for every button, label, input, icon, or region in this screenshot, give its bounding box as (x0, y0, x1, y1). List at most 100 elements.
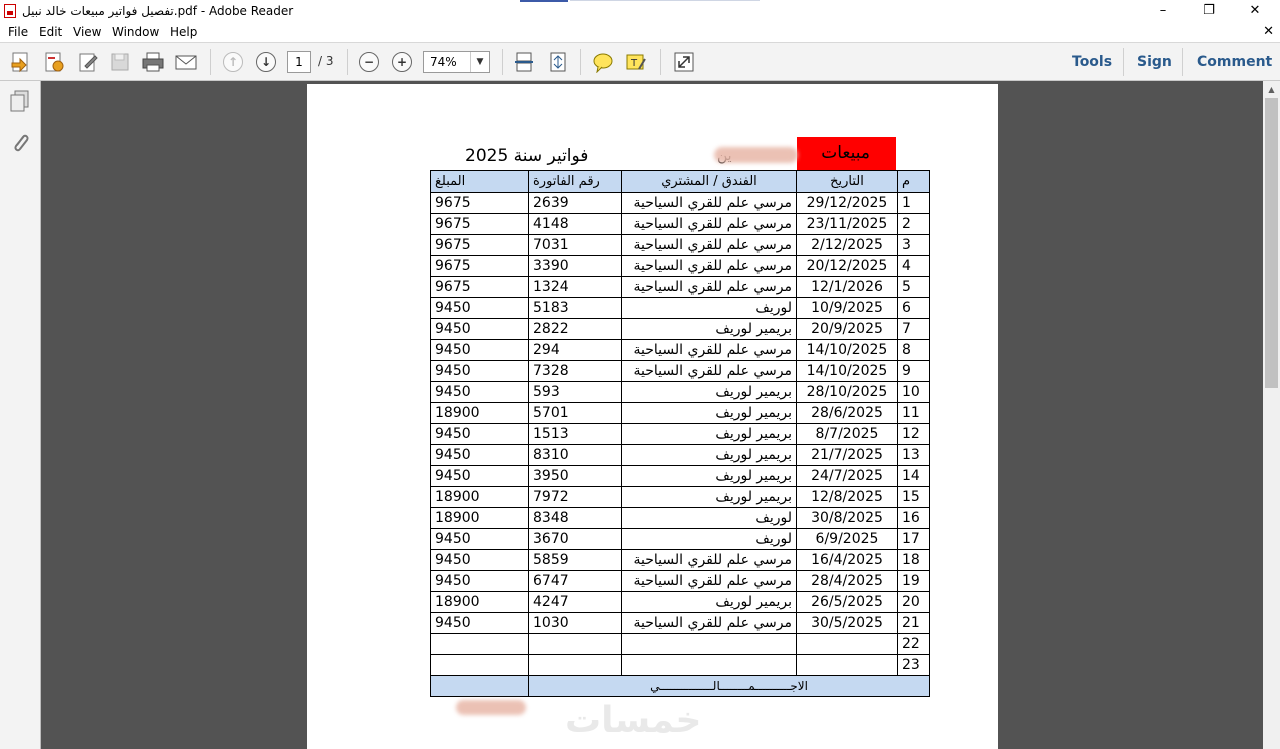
cell-invoice (528, 633, 622, 655)
cell-hotel: مرسي علم للقري السياحية (621, 234, 797, 256)
cell-date: 20/12/2025 (796, 255, 898, 277)
table-row: 10 28/10/2025 بريمير لوريف 593 9450 (430, 381, 930, 403)
cell-hotel: بريمير لوريف (621, 381, 797, 403)
menu-window[interactable]: Window (112, 25, 159, 39)
cell-date: 14/10/2025 (796, 360, 898, 382)
table-row: 12 8/7/2025 بريمير لوريف 1513 9450 (430, 423, 930, 445)
fit-page-icon[interactable] (546, 50, 570, 74)
cell-invoice: 3950 (528, 465, 622, 487)
cell-invoice: 4148 (528, 213, 622, 235)
zoom-in-icon[interactable]: + (390, 50, 414, 74)
menu-view[interactable]: View (73, 25, 101, 39)
sign-pane-button[interactable]: Sign (1137, 54, 1172, 70)
pages-panel-icon[interactable] (9, 89, 31, 116)
cell-amount: 9675 (430, 192, 529, 214)
sticky-note-icon[interactable] (591, 50, 615, 74)
cell-hotel: بريمير لوريف (621, 591, 797, 613)
scrolling-mode-icon[interactable] (512, 50, 536, 74)
cell-hotel: بريمير لوريف (621, 423, 797, 445)
restore-button[interactable]: ❐ (1186, 0, 1232, 22)
cell-date (796, 654, 898, 676)
toolbar-separator (210, 49, 211, 75)
table-row: 6 10/9/2025 لوريف 5183 9450 (430, 297, 930, 319)
cell-num: 13 (897, 444, 930, 466)
create-pdf-icon[interactable] (9, 50, 33, 74)
table-row: 9 14/10/2025 مرسي علم للقري السياحية 7328 94… (430, 360, 930, 382)
cell-invoice: 1030 (528, 612, 622, 634)
sheet-label: مبيعات (821, 143, 870, 163)
menu-file[interactable]: File (8, 25, 28, 39)
cell-date: 21/7/2025 (796, 444, 898, 466)
cell-date: 30/8/2025 (796, 507, 898, 529)
cell-hotel: بريمير لوريف (621, 486, 797, 508)
cell-invoice: 2639 (528, 192, 622, 214)
edit-pdf-icon[interactable] (42, 50, 66, 74)
scroll-thumb[interactable] (1265, 98, 1278, 388)
vertical-scrollbar[interactable]: ▲ (1263, 81, 1280, 749)
attachments-icon[interactable] (9, 131, 31, 158)
zoom-select[interactable]: 74% ▼ (423, 51, 490, 73)
toolbar: ↑ ↓ 1 / 3 − + 74% ▼ T Tools Sign Comment (0, 42, 1280, 81)
zoom-out-icon[interactable]: − (357, 50, 381, 74)
cell-num: 4 (897, 255, 930, 277)
cell-amount: 18900 (430, 402, 529, 424)
chevron-down-icon[interactable]: ▼ (470, 52, 489, 72)
header-num: م (897, 170, 930, 193)
cell-amount: 18900 (430, 591, 529, 613)
full-screen-icon[interactable] (672, 50, 696, 74)
cell-date: 30/5/2025 (796, 612, 898, 634)
table-row: 15 12/8/2025 بريمير لوريف 7972 18900 (430, 486, 930, 508)
cell-hotel: بريمير لوريف (621, 444, 797, 466)
cell-invoice: 5701 (528, 402, 622, 424)
cell-invoice: 5183 (528, 297, 622, 319)
cell-invoice: 8348 (528, 507, 622, 529)
cell-hotel: مرسي علم للقري السياحية (621, 213, 797, 235)
cell-invoice: 3670 (528, 528, 622, 550)
page-number-input[interactable]: 1 (287, 51, 311, 73)
minimize-button[interactable]: – (1140, 0, 1186, 22)
next-page-icon[interactable]: ↓ (254, 50, 278, 74)
menu-edit[interactable]: Edit (39, 25, 62, 39)
cell-amount: 9450 (430, 339, 529, 361)
cell-num: 1 (897, 192, 930, 214)
cell-amount: 9450 (430, 423, 529, 445)
cell-invoice: 8310 (528, 444, 622, 466)
cell-hotel: بريمير لوريف (621, 465, 797, 487)
previous-page-icon[interactable]: ↑ (221, 50, 245, 74)
cell-num: 8 (897, 339, 930, 361)
highlight-text-icon[interactable]: T (624, 50, 648, 74)
cell-num: 5 (897, 276, 930, 298)
table-row: 2 23/11/2025 مرسي علم للقري السياحية 4148 96… (430, 213, 930, 235)
cell-invoice: 4247 (528, 591, 622, 613)
save-icon[interactable] (108, 50, 132, 74)
cell-hotel: مرسي علم للقري السياحية (621, 339, 797, 361)
email-icon[interactable] (174, 50, 198, 74)
close-document-button[interactable]: ✕ (1263, 24, 1274, 39)
cell-hotel: لوريف (621, 297, 797, 319)
header-invoice: رقم الفاتورة (528, 170, 622, 193)
cell-date: 10/9/2025 (796, 297, 898, 319)
cell-num: 12 (897, 423, 930, 445)
navigation-panel (0, 81, 41, 749)
cell-date: 23/11/2025 (796, 213, 898, 235)
cell-amount: 9450 (430, 528, 529, 550)
cell-date: 16/4/2025 (796, 549, 898, 571)
cell-num: 3 (897, 234, 930, 256)
menu-help[interactable]: Help (170, 25, 197, 39)
title-accent (520, 0, 568, 2)
sign-document-icon[interactable] (76, 50, 100, 74)
cell-hotel: مرسي علم للقري السياحية (621, 276, 797, 298)
cell-amount: 9450 (430, 549, 529, 571)
sheet-label-box: مبيعات (797, 137, 896, 170)
cell-num: 21 (897, 612, 930, 634)
cell-invoice: 7328 (528, 360, 622, 382)
table-row: 21 30/5/2025 مرسي علم للقري السياحية 1030 94… (430, 612, 930, 634)
scroll-up-icon[interactable]: ▲ (1263, 81, 1280, 98)
table-row: 19 28/4/2025 مرسي علم للقري السياحية 6747 94… (430, 570, 930, 592)
close-window-button[interactable]: ✕ (1232, 0, 1278, 22)
comment-pane-button[interactable]: Comment (1197, 54, 1272, 70)
table-row: 20 26/5/2025 بريمير لوريف 4247 18900 (430, 591, 930, 613)
cell-date: 28/10/2025 (796, 381, 898, 403)
print-icon[interactable] (141, 50, 165, 74)
tools-pane-button[interactable]: Tools (1072, 54, 1112, 70)
